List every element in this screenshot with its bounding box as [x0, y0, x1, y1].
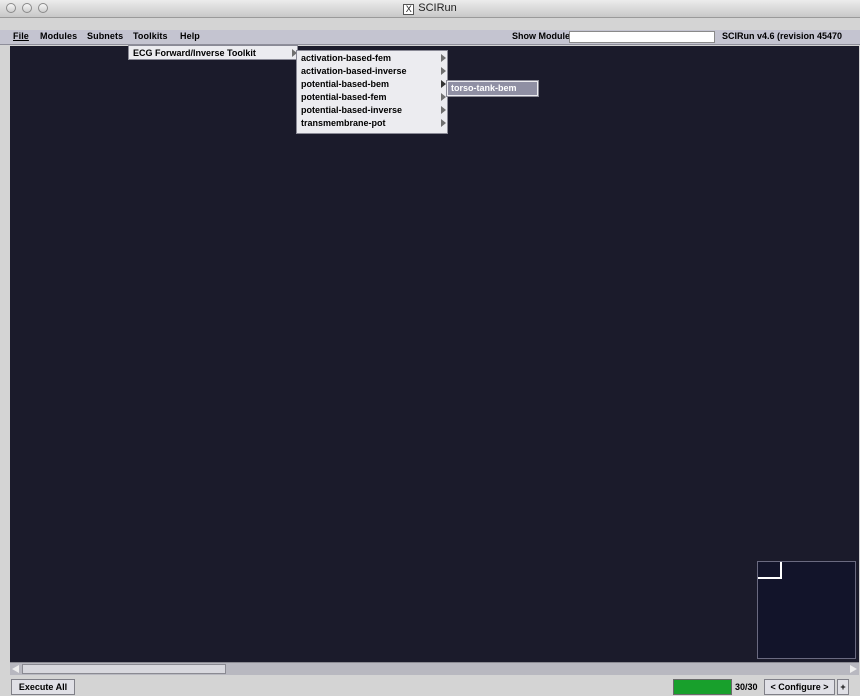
network-minimap[interactable] [757, 561, 856, 659]
x11-icon: X [403, 4, 415, 15]
window-title: X SCIRun [0, 2, 860, 15]
window-titlebar: X SCIRun [0, 0, 860, 18]
menubar: File Modules Subnets Toolkits Help Show … [0, 30, 860, 45]
minimap-viewport[interactable] [758, 562, 782, 579]
menu-help-label: Help [180, 31, 200, 41]
configure-button[interactable]: < Configure > [764, 679, 835, 695]
submenu-item-torso-tank-bem[interactable]: torso-tank-bem [448, 82, 537, 95]
menu-item-label: ECG Forward/Inverse Toolkit [133, 48, 256, 58]
submenu-item-potential-based-inverse[interactable]: potential-based-inverse [297, 104, 447, 117]
execute-all-button[interactable]: Execute All [11, 679, 75, 695]
show-module-label: Show Module: [512, 31, 573, 41]
left-border [0, 45, 10, 662]
window-chrome [0, 18, 860, 30]
submenu-item-label: potential-based-fem [301, 92, 387, 102]
submenu-item-label: potential-based-inverse [301, 105, 403, 115]
show-module-input[interactable] [569, 31, 715, 43]
submenu-item-label: transmembrane-pot [301, 118, 386, 128]
submenu-arrow-icon [441, 67, 446, 75]
submenu-item-label: activation-based-fem [301, 53, 392, 63]
scroll-right-icon[interactable] [850, 665, 857, 673]
ecg-submenu: activation-based-fem activation-based-in… [296, 50, 448, 134]
menu-file-label: File [13, 31, 29, 41]
menu-toolkits[interactable]: Toolkits [133, 31, 168, 41]
menu-item-ecg-toolkit[interactable]: ECG Forward/Inverse Toolkit [129, 47, 297, 60]
menu-help[interactable]: Help [180, 31, 200, 41]
submenu-item-activation-based-inverse[interactable]: activation-based-inverse [297, 65, 447, 78]
menu-subnets-label: Subnets [87, 31, 124, 41]
submenu-item-label: torso-tank-bem [451, 83, 517, 93]
scrollbar-thumb[interactable] [22, 664, 226, 674]
statusbar: Execute All 30/30 < Configure > + [0, 675, 860, 696]
submenu-item-potential-based-bem[interactable]: potential-based-bem [297, 78, 447, 91]
menu-modules-label: Modules [40, 31, 78, 41]
scroll-left-icon[interactable] [12, 665, 19, 673]
submenu-item-label: activation-based-inverse [301, 66, 407, 76]
execution-progress-bar [673, 679, 732, 695]
menu-file[interactable]: File [13, 31, 29, 41]
menu-subnets[interactable]: Subnets [87, 31, 123, 41]
submenu-arrow-icon [441, 106, 446, 114]
plus-button[interactable]: + [837, 679, 849, 695]
submenu-item-transmembrane-pot[interactable]: transmembrane-pot [297, 117, 447, 130]
network-canvas[interactable] [10, 46, 859, 662]
horizontal-scrollbar[interactable] [10, 662, 859, 675]
version-label: SCIRun v4.6 (revision 45470 [722, 31, 843, 41]
menu-toolkits-label: Toolkits [133, 31, 168, 41]
bem-submenu: torso-tank-bem [446, 80, 539, 97]
module-count: 30/30 [735, 682, 758, 692]
submenu-item-potential-based-fem[interactable]: potential-based-fem [297, 91, 447, 104]
submenu-arrow-icon [441, 119, 446, 127]
toolkits-dropdown: ECG Forward/Inverse Toolkit [128, 45, 298, 60]
submenu-arrow-icon [441, 54, 446, 62]
submenu-item-activation-based-fem[interactable]: activation-based-fem [297, 52, 447, 65]
menu-modules[interactable]: Modules [40, 31, 77, 41]
window-title-text: SCIRun [418, 2, 457, 14]
submenu-item-label: potential-based-bem [301, 79, 390, 89]
